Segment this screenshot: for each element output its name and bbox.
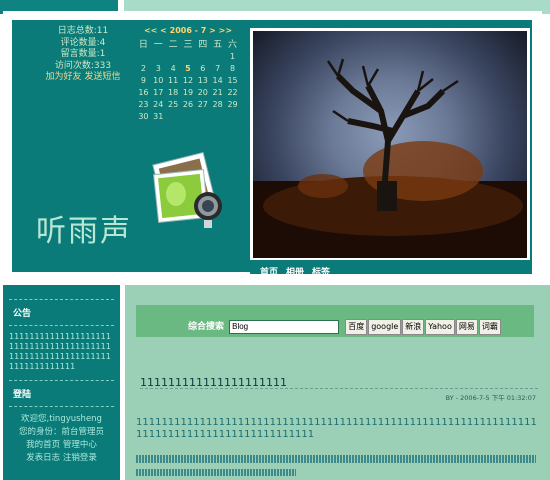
calendar-day[interactable]: 1 xyxy=(225,50,240,62)
admin-center-link[interactable]: 管理中心 xyxy=(63,440,97,450)
visit-count: 访问次数:333 xyxy=(54,60,112,71)
calendar-day xyxy=(136,50,151,62)
calendar-day[interactable]: 31 xyxy=(151,110,166,122)
notice-title: 公告 xyxy=(13,309,32,319)
divider xyxy=(9,406,114,407)
calendar-day[interactable]: 29 xyxy=(225,98,240,110)
calendar-day[interactable]: 28 xyxy=(210,98,225,110)
add-friend-link[interactable]: 加为好友 xyxy=(46,72,82,82)
comment-count: 评论数量:4 xyxy=(60,37,106,48)
divider xyxy=(9,325,114,326)
calendar-day[interactable]: 19 xyxy=(181,86,196,98)
calendar-day[interactable]: 3 xyxy=(151,62,166,74)
sidebar: 公告 1111111111111111111111111111111111111… xyxy=(3,285,120,480)
calendar-day[interactable]: 16 xyxy=(136,86,151,98)
send-message-link[interactable]: 发送短信 xyxy=(84,72,120,82)
search-netease-button[interactable]: 网易 xyxy=(455,319,478,335)
search-input[interactable] xyxy=(229,319,340,334)
calendar-day xyxy=(166,110,181,122)
calendar-day[interactable]: 8 xyxy=(225,62,240,74)
calendar-day[interactable]: 24 xyxy=(151,98,166,110)
calendar-nav[interactable]: << < 2006 - 7 > >> xyxy=(136,26,240,37)
calendar-weekday: 六 xyxy=(228,40,238,50)
divider xyxy=(9,299,114,300)
role-text: 您的身份：前台管理员 xyxy=(18,427,104,437)
calendar-day[interactable]: 9 xyxy=(136,74,151,86)
calendar-day xyxy=(181,50,196,62)
calendar-day[interactable]: 22 xyxy=(225,86,240,98)
post-meta: BY - 2006-7-5 下午 01:32:07 xyxy=(445,394,536,402)
calendar-day[interactable]: 17 xyxy=(151,86,166,98)
blog-stats: 日志总数:11 评论数量:4 留言数量:1 访问次数:333 加为好友 发送短信 xyxy=(28,26,138,84)
calendar-day xyxy=(195,110,210,122)
logout-link[interactable]: 注销登录 xyxy=(63,453,97,463)
post-footer-bar xyxy=(136,469,296,476)
calendar-grid: 日一二三四五六 1 2 3 4 5 6 7 8 9 10 11 12 13 14 15 16 17 18 19 20 2… xyxy=(136,37,240,122)
calendar-day[interactable]: 26 xyxy=(181,98,196,110)
calendar-day xyxy=(195,50,210,62)
calendar-weekday: 三 xyxy=(183,40,193,50)
calendar-day[interactable]: 21 xyxy=(210,86,225,98)
post-divider xyxy=(140,388,538,389)
calendar-day xyxy=(210,50,225,62)
nav-album-link[interactable]: 相册 xyxy=(286,268,304,278)
calendar-day[interactable]: 2 xyxy=(136,62,151,74)
calendar-weekday: 二 xyxy=(168,40,178,50)
calendar-weekday: 一 xyxy=(153,40,163,50)
calendar-weekday: 五 xyxy=(213,40,223,50)
calendar-day[interactable]: 10 xyxy=(151,74,166,86)
calendar-day[interactable]: 5 xyxy=(181,62,196,74)
search-yahoo-button[interactable]: Yahoo xyxy=(425,319,455,335)
post-body: 1111111111111111111111111111111111111111… xyxy=(136,417,537,440)
search-baidu-button[interactable]: 百度 xyxy=(345,319,368,335)
calendar-day xyxy=(166,50,181,62)
calendar-day[interactable]: 11 xyxy=(166,74,181,86)
stats-links: 加为好友 发送短信 xyxy=(28,72,138,84)
photo-nav: 首页 相册 标签 xyxy=(250,260,532,278)
message-count: 留言数量:1 xyxy=(60,49,106,59)
nav-home-link[interactable]: 首页 xyxy=(260,268,278,278)
calendar-day[interactable]: 25 xyxy=(166,98,181,110)
calendar-day[interactable]: 20 xyxy=(195,86,210,98)
calendar-weekday: 四 xyxy=(198,40,208,50)
calendar-day[interactable]: 12 xyxy=(181,74,196,86)
calendar-day[interactable]: 14 xyxy=(210,74,225,86)
search-iciba-button[interactable]: 词霸 xyxy=(478,319,501,335)
search-google-button[interactable]: google xyxy=(368,319,402,335)
header-photo xyxy=(253,31,527,258)
calendar: << < 2006 - 7 > >> 日一二三四五六 1 2 3 4 5 6 7 8 9 10 11… xyxy=(136,26,240,122)
calendar-day xyxy=(151,50,166,62)
calendar-day[interactable]: 23 xyxy=(136,98,151,110)
calendar-day xyxy=(181,110,196,122)
site-title: 听雨声 xyxy=(36,214,132,249)
calendar-day[interactable]: 4 xyxy=(166,62,181,74)
calendar-day[interactable]: 30 xyxy=(136,110,151,122)
nav-tags-link[interactable]: 标签 xyxy=(312,268,330,278)
search-sina-button[interactable]: 新浪 xyxy=(402,319,425,335)
calendar-day[interactable]: 7 xyxy=(210,62,225,74)
login-title: 登陆 xyxy=(13,390,32,400)
notice-text: 1111111111111111111111111111111111111111… xyxy=(9,332,111,371)
log-count: 日志总数:11 xyxy=(57,26,109,36)
my-home-link[interactable]: 我的首页 xyxy=(26,440,60,450)
calendar-day xyxy=(210,110,225,122)
search-label: 综合搜索 xyxy=(188,322,225,332)
search-bar: 综合搜索 百度google新浪Yahoo网易词霸 xyxy=(136,305,534,337)
calendar-day xyxy=(225,110,240,122)
calendar-day[interactable]: 13 xyxy=(195,74,210,86)
welcome-text: 欢迎您,tingyusheng xyxy=(21,414,102,424)
calendar-day[interactable]: 15 xyxy=(225,74,240,86)
divider xyxy=(9,380,114,381)
post-log-link[interactable]: 发表日志 xyxy=(26,453,60,463)
calendar-day[interactable]: 6 xyxy=(195,62,210,74)
post-footer-bar xyxy=(136,455,536,463)
calendar-weekday: 日 xyxy=(138,40,148,50)
photo-app-icon xyxy=(152,146,232,236)
calendar-day[interactable]: 18 xyxy=(166,86,181,98)
calendar-day[interactable]: 27 xyxy=(195,98,210,110)
